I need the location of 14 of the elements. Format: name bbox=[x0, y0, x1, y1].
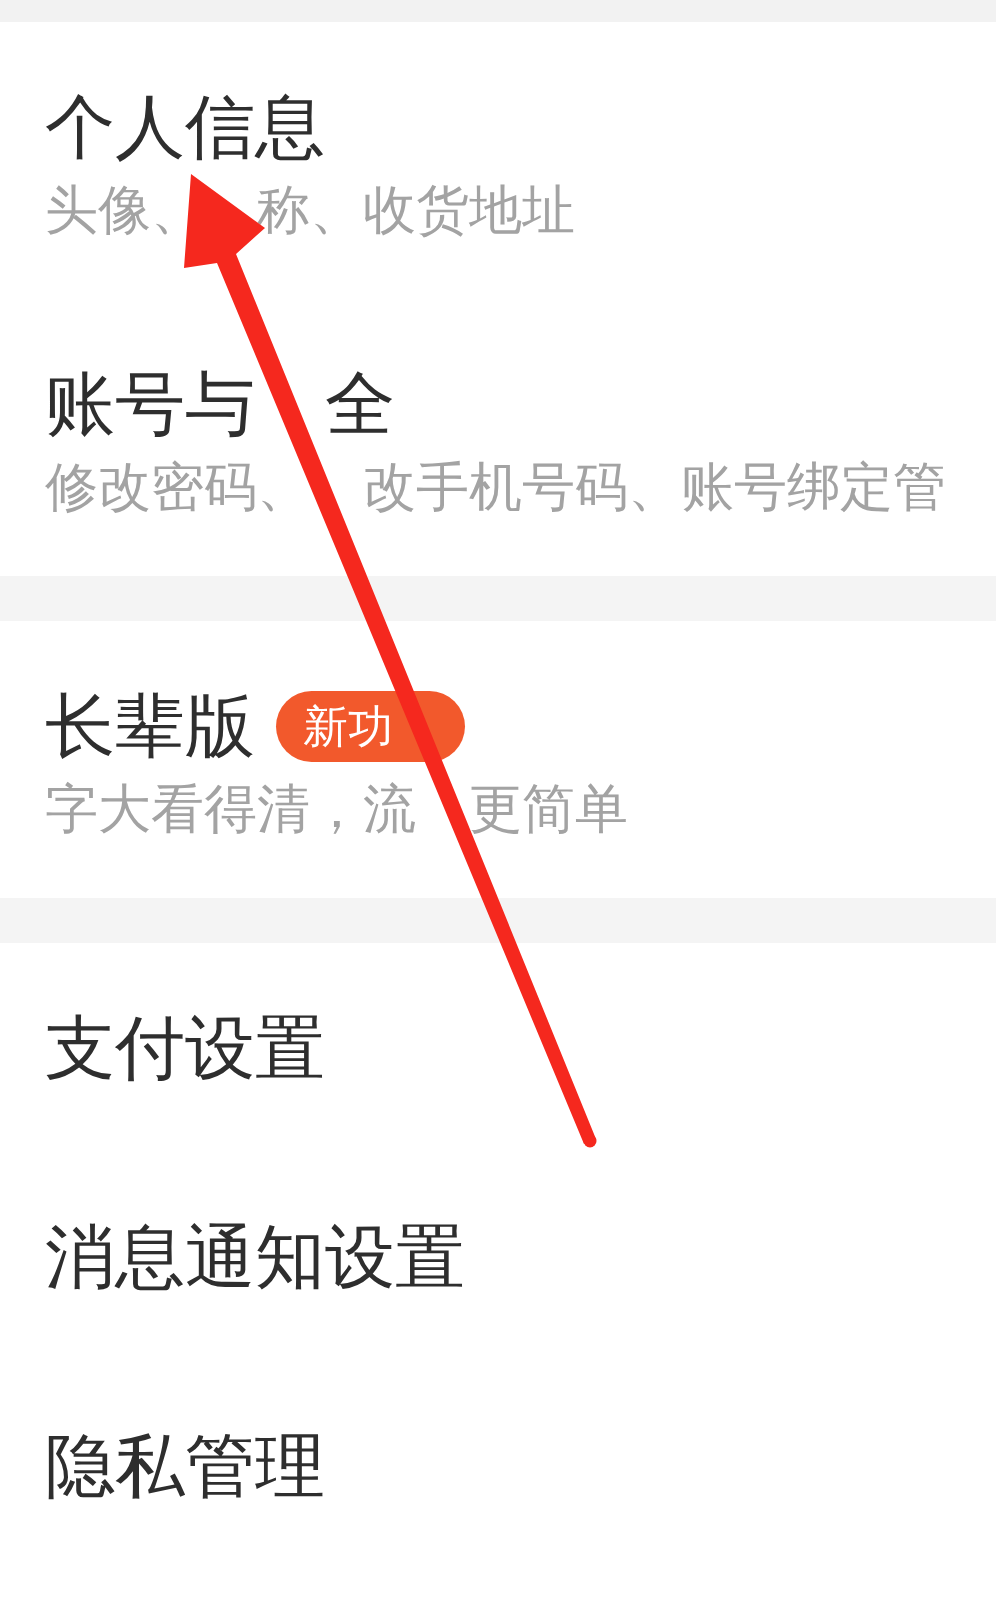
menu-item-title[interactable]: 全 bbox=[325, 362, 395, 446]
menu-item-description: 更简单 bbox=[469, 778, 628, 840]
menu-item-title[interactable]: 消息通知设置 bbox=[45, 1215, 465, 1299]
menu-item-title[interactable]: 账号与 bbox=[45, 362, 255, 446]
menu-item-description: 字大看得清，流 bbox=[45, 778, 416, 840]
menu-item-description: 称、收货地址 bbox=[257, 179, 575, 241]
new-feature-badge: 新功 bbox=[276, 690, 465, 762]
menu-item-title[interactable]: 个人信息 bbox=[45, 85, 325, 169]
menu-item-title[interactable]: 长辈版 bbox=[45, 684, 255, 768]
menu-item-description: 头像、 bbox=[45, 179, 204, 241]
menu-item-title[interactable]: 隐私管理 bbox=[45, 1424, 325, 1508]
menu-item-title[interactable]: 支付设置 bbox=[45, 1006, 325, 1090]
menu-item-description: 改手机号码、账号绑定管 bbox=[363, 456, 946, 518]
menu-item-description: 修改密码、 bbox=[45, 456, 310, 518]
